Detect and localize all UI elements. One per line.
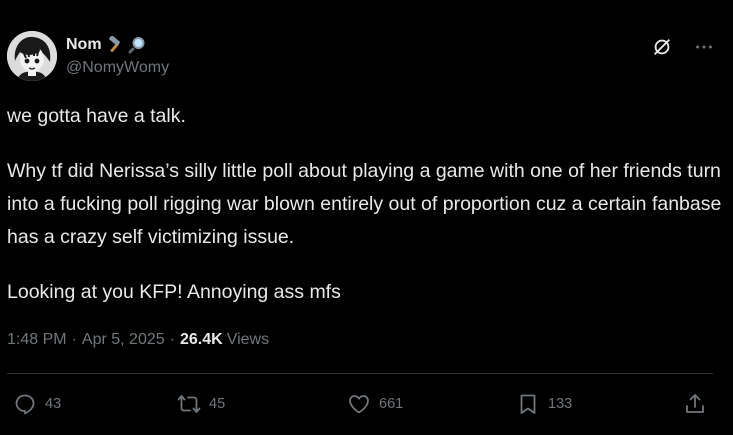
tweet-paragraph: we gotta have a talk. xyxy=(7,105,186,127)
tweet-detail: Nom @NomyWomy we gotta have a talk. Why … xyxy=(0,0,733,435)
share-icon xyxy=(686,394,704,413)
tweet-action-bar: 43 45 661 133 xyxy=(0,388,733,422)
views-label: Views xyxy=(226,331,270,348)
tweet-meta: 1:48 PM · Apr 5, 2025 · 26.4K Views xyxy=(7,331,269,349)
author-handle[interactable]: @NomyWomy xyxy=(66,59,169,77)
author-name-row[interactable]: Nom xyxy=(66,34,146,56)
meta-separator: · xyxy=(169,331,175,348)
share-button[interactable] xyxy=(683,392,707,416)
tweet-paragraph: Why tf did Nerissa’s silly little poll a… xyxy=(7,160,722,248)
like-button[interactable]: 661 xyxy=(347,392,403,416)
tweet-date[interactable]: Apr 5, 2025 xyxy=(82,331,165,349)
repost-button[interactable]: 45 xyxy=(177,392,225,416)
magnifying-glass-icon xyxy=(127,36,146,54)
avatar-illustration xyxy=(7,31,57,81)
heart-icon xyxy=(349,395,369,414)
grok-icon[interactable] xyxy=(651,36,673,58)
divider xyxy=(7,373,713,374)
tweet-time[interactable]: 1:48 PM xyxy=(7,331,67,349)
bookmark-button[interactable]: 133 xyxy=(516,392,572,416)
author-display-name[interactable]: Nom xyxy=(66,36,102,54)
meta-separator: · xyxy=(71,331,77,348)
tweet-top-actions xyxy=(651,36,715,58)
bookmark-icon xyxy=(520,394,536,414)
tweet-text: we gotta have a talk. Why tf did Nerissa… xyxy=(7,100,722,309)
hammer-icon xyxy=(106,36,124,54)
more-options-icon[interactable] xyxy=(693,36,715,58)
reply-button[interactable]: 43 xyxy=(13,392,61,416)
repost-icon xyxy=(177,395,201,413)
views-count: 26.4K xyxy=(179,331,223,348)
reply-icon xyxy=(15,394,35,415)
bookmark-count: 133 xyxy=(548,396,573,412)
reply-count: 43 xyxy=(45,396,62,412)
tweet-paragraph: Looking at you KFP! Annoying ass mfs xyxy=(7,281,341,303)
avatar[interactable] xyxy=(7,31,57,81)
like-count: 661 xyxy=(379,396,404,412)
repost-count: 45 xyxy=(209,396,226,412)
